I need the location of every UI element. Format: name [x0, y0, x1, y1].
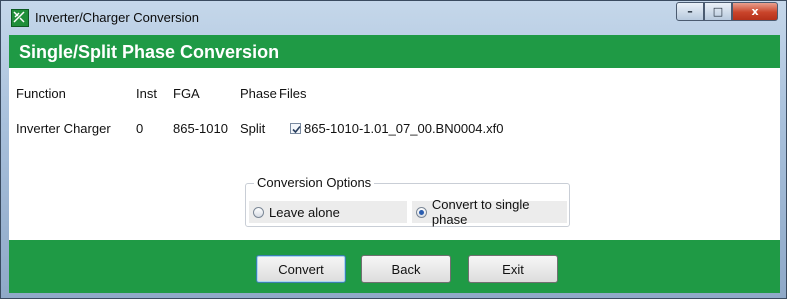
page-title: Single/Split Phase Conversion — [19, 42, 280, 62]
caption-buttons: – □ x — [676, 2, 778, 21]
convert-single-option[interactable]: Convert to single phase — [412, 197, 567, 227]
cell-inst: 0 — [136, 121, 144, 136]
maximize-button[interactable]: □ — [704, 2, 732, 21]
title-bar[interactable]: Inverter/Charger Conversion – □ x — [1, 1, 786, 35]
exit-button[interactable]: Exit — [468, 255, 558, 283]
back-button[interactable]: Back — [361, 255, 451, 283]
cell-phase: Split — [240, 121, 266, 136]
convert-button[interactable]: Convert — [256, 255, 346, 283]
convert-single-radio[interactable] — [416, 206, 427, 218]
cell-file-name: 865-1010-1.01_07_00.BN0004.xf0 — [304, 121, 504, 136]
cell-function: Inverter Charger — [16, 121, 111, 136]
file-checkbox[interactable] — [290, 123, 301, 134]
client-area: Single/Split Phase Conversion Function I… — [9, 35, 780, 293]
column-header-files: Files — [279, 86, 307, 101]
column-header-inst: Inst — [136, 86, 157, 101]
leave-alone-radio[interactable] — [253, 206, 264, 218]
leave-alone-label: Leave alone — [269, 204, 340, 220]
cell-fga: 865-1010 — [173, 121, 228, 136]
window-title: Inverter/Charger Conversion — [35, 10, 200, 25]
column-header-function: Function — [16, 86, 66, 101]
close-button[interactable]: x — [732, 2, 778, 21]
conversion-options-legend: Conversion Options — [254, 175, 375, 190]
app-icon — [11, 9, 29, 27]
conversion-options-group: Conversion Options Leave alone Convert t… — [245, 175, 570, 227]
leave-alone-option[interactable]: Leave alone — [249, 201, 407, 223]
minimize-button[interactable]: – — [676, 2, 704, 21]
app-window: Inverter/Charger Conversion – □ x Single… — [0, 0, 787, 299]
convert-single-label: Convert to single phase — [431, 197, 530, 227]
column-header-fga: FGA — [173, 86, 200, 101]
header-banner: Single/Split Phase Conversion — [9, 35, 780, 68]
column-header-phase: Phase — [240, 86, 277, 101]
checkbox-checked-icon — [292, 125, 301, 134]
footer-bar: Convert Back Exit — [9, 240, 780, 293]
